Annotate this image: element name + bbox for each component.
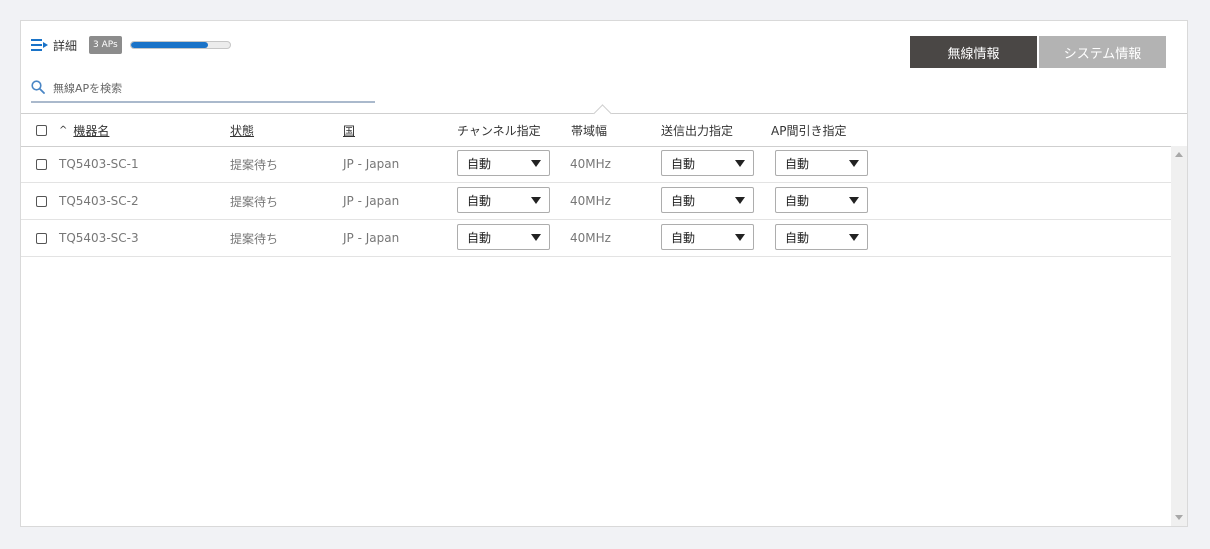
- ap-thinning-select[interactable]: 自動: [775, 224, 868, 250]
- scroll-up-icon[interactable]: [1175, 152, 1183, 157]
- search-input[interactable]: [51, 80, 375, 96]
- ap-thinning-select[interactable]: 自動: [775, 187, 868, 213]
- cell-status: 提案待ち: [230, 157, 279, 172]
- cell-name: TQ5403-SC-2: [59, 194, 139, 208]
- row-checkbox[interactable]: [36, 158, 47, 170]
- table-header: ^ 機器名 状態 国 チャンネル指定 帯域幅 送信出力指定 AP間引き指定: [21, 104, 1187, 147]
- chevron-down-icon: [735, 159, 745, 167]
- tx-power-select[interactable]: 自動: [661, 224, 754, 250]
- vertical-scrollbar[interactable]: [1171, 146, 1187, 526]
- chevron-down-icon: [531, 159, 541, 167]
- column-status-label: 状態: [230, 123, 255, 138]
- table-row: TQ5403-SC-3 提案待ち JP - Japan 自動 40MHz 自動 …: [21, 220, 1171, 257]
- column-ap-thinning-label: AP間引き指定: [771, 123, 847, 138]
- column-channel-label: チャンネル指定: [457, 123, 541, 138]
- cell-name: TQ5403-SC-1: [59, 157, 139, 171]
- cell-name: TQ5403-SC-3: [59, 231, 139, 245]
- column-tx-power-label: 送信出力指定: [661, 123, 734, 138]
- progress-fill: [130, 42, 208, 48]
- channel-select[interactable]: 自動: [457, 187, 550, 213]
- tx-power-select-value: 自動: [671, 193, 696, 208]
- table-body: TQ5403-SC-1 提案待ち JP - Japan 自動 40MHz 自動 …: [21, 146, 1171, 257]
- chevron-down-icon: [849, 233, 859, 241]
- cell-country: JP - Japan: [343, 194, 400, 208]
- chevron-down-icon: [531, 196, 541, 204]
- row-checkbox[interactable]: [36, 195, 47, 207]
- channel-select[interactable]: 自動: [457, 224, 550, 250]
- column-ap-thinning: AP間引き指定: [771, 114, 846, 146]
- chevron-down-icon: [849, 159, 859, 167]
- detail-toggle[interactable]: 詳細: [31, 37, 77, 54]
- chevron-down-icon: [531, 233, 541, 241]
- column-bandwidth: 帯域幅: [571, 114, 607, 146]
- cell-status: 提案待ち: [230, 194, 279, 209]
- ap-thinning-select-value: 自動: [785, 230, 810, 245]
- progress-bar: [129, 41, 231, 49]
- tab-system-info[interactable]: システム情報: [1039, 36, 1166, 68]
- ap-thinning-select[interactable]: 自動: [775, 150, 868, 176]
- select-all-cell: [36, 114, 47, 146]
- scroll-down-icon[interactable]: [1175, 515, 1183, 520]
- channel-select-value: 自動: [467, 193, 492, 208]
- ap-thinning-select-value: 自動: [785, 156, 810, 171]
- cell-bandwidth: 40MHz: [570, 231, 611, 245]
- cell-country: JP - Japan: [343, 157, 400, 171]
- tx-power-select[interactable]: 自動: [661, 187, 754, 213]
- column-name-label: 機器名: [73, 123, 110, 138]
- channel-select-value: 自動: [467, 230, 492, 245]
- ap-settings-panel: 詳細 3 APs 無線情報 システム情報 ^ 機器名 状態: [20, 20, 1188, 527]
- info-tab-group: 無線情報 システム情報: [908, 36, 1166, 68]
- column-tx-power: 送信出力指定: [661, 114, 733, 146]
- table-row: TQ5403-SC-2 提案待ち JP - Japan 自動 40MHz 自動 …: [21, 183, 1171, 220]
- column-channel: チャンネル指定: [457, 114, 541, 146]
- table-row: TQ5403-SC-1 提案待ち JP - Japan 自動 40MHz 自動 …: [21, 146, 1171, 183]
- column-country-label: 国: [343, 123, 356, 138]
- search-icon[interactable]: [31, 79, 45, 97]
- column-country[interactable]: 国: [343, 114, 355, 146]
- cell-bandwidth: 40MHz: [570, 194, 611, 208]
- sort-asc-icon: ^: [59, 124, 68, 136]
- column-name[interactable]: ^ 機器名: [59, 114, 109, 146]
- select-all-checkbox[interactable]: [36, 124, 47, 136]
- row-checkbox[interactable]: [36, 232, 47, 244]
- column-status[interactable]: 状態: [230, 114, 254, 146]
- chevron-down-icon: [849, 196, 859, 204]
- detail-toggle-icon: [31, 38, 49, 52]
- channel-select[interactable]: 自動: [457, 150, 550, 176]
- ap-count-badge: 3 APs: [89, 36, 122, 54]
- ap-thinning-select-value: 自動: [785, 193, 810, 208]
- tx-power-select-value: 自動: [671, 230, 696, 245]
- cell-status: 提案待ち: [230, 231, 279, 246]
- cell-bandwidth: 40MHz: [570, 157, 611, 171]
- search-box: [31, 75, 375, 103]
- tx-power-select[interactable]: 自動: [661, 150, 754, 176]
- chevron-down-icon: [735, 233, 745, 241]
- tx-power-select-value: 自動: [671, 156, 696, 171]
- cell-country: JP - Japan: [343, 231, 400, 245]
- column-bandwidth-label: 帯域幅: [571, 123, 608, 138]
- toolbar: 詳細 3 APs: [31, 35, 231, 55]
- detail-label: 詳細: [53, 38, 78, 53]
- chevron-down-icon: [735, 196, 745, 204]
- channel-select-value: 自動: [467, 156, 492, 171]
- tab-wireless-info[interactable]: 無線情報: [910, 36, 1037, 68]
